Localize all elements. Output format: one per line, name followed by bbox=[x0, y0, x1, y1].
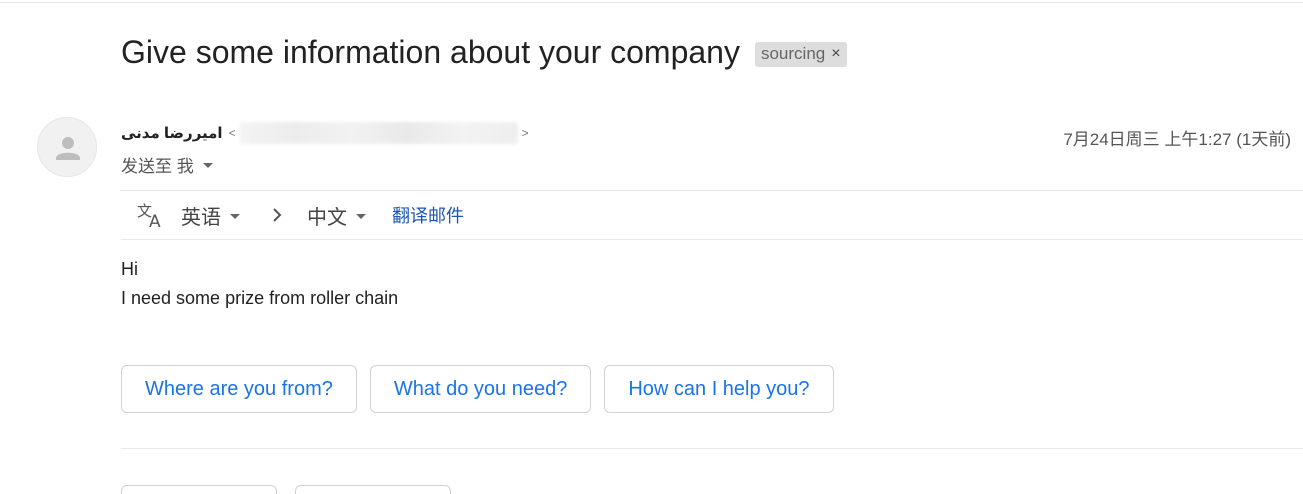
chevron-down-icon bbox=[202, 163, 213, 168]
source-language-label: 英语 bbox=[181, 206, 221, 229]
label-chip-sourcing[interactable]: sourcing × bbox=[754, 41, 847, 67]
sender-row: امیررضا مدنی < > bbox=[121, 122, 529, 144]
body-line: I need some prize from roller chain bbox=[121, 288, 399, 308]
smart-reply-button[interactable]: Where are you from? bbox=[121, 365, 357, 413]
email-view: Give some information about your company… bbox=[0, 0, 1303, 494]
top-divider bbox=[0, 2, 1303, 3]
recipient-details-toggle[interactable]: 发送至 我 bbox=[121, 152, 213, 177]
label-chip-text: sourcing bbox=[760, 43, 826, 63]
remove-label-icon[interactable]: × bbox=[831, 45, 840, 63]
translate-icon: 文 A bbox=[136, 201, 166, 229]
sender-email: < > bbox=[229, 122, 529, 144]
body-line: Hi bbox=[121, 259, 138, 279]
email-open-bracket: < bbox=[228, 126, 236, 140]
email-close-bracket: > bbox=[521, 126, 529, 140]
to-label: 发送至 我 bbox=[121, 157, 194, 176]
email-date[interactable]: 7月24日周三 上午1:27 (1天前) bbox=[1063, 125, 1291, 150]
target-language-select[interactable]: 中文 bbox=[307, 201, 366, 230]
chevron-down-icon bbox=[230, 213, 240, 219]
sender-name[interactable]: امیررضا مدنی bbox=[121, 124, 223, 142]
translate-message-link[interactable]: 翻译邮件 bbox=[392, 202, 464, 228]
target-language-label: 中文 bbox=[307, 206, 347, 229]
smart-replies: Where are you from? What do you need? Ho… bbox=[121, 365, 847, 413]
divider bbox=[121, 448, 1303, 449]
chevron-right-icon bbox=[270, 206, 284, 224]
forward-button[interactable] bbox=[295, 485, 451, 494]
subject-row: Give some information about your company… bbox=[121, 34, 847, 71]
translate-bar: 文 A 英语 中文 翻译邮件 bbox=[121, 191, 1303, 239]
email-body: Hi I need some prize from roller chain bbox=[121, 255, 398, 313]
smart-reply-button[interactable]: How can I help you? bbox=[604, 365, 834, 413]
email-subject: Give some information about your company bbox=[121, 34, 740, 70]
divider bbox=[121, 239, 1303, 240]
reply-button[interactable] bbox=[121, 485, 277, 494]
avatar[interactable] bbox=[37, 117, 97, 177]
redacted-email-address bbox=[239, 122, 518, 144]
source-language-select[interactable]: 英语 bbox=[181, 201, 240, 230]
smart-reply-button[interactable]: What do you need? bbox=[369, 365, 592, 413]
chevron-down-icon bbox=[356, 213, 366, 219]
svg-text:A: A bbox=[149, 212, 161, 229]
person-icon bbox=[56, 137, 80, 160]
